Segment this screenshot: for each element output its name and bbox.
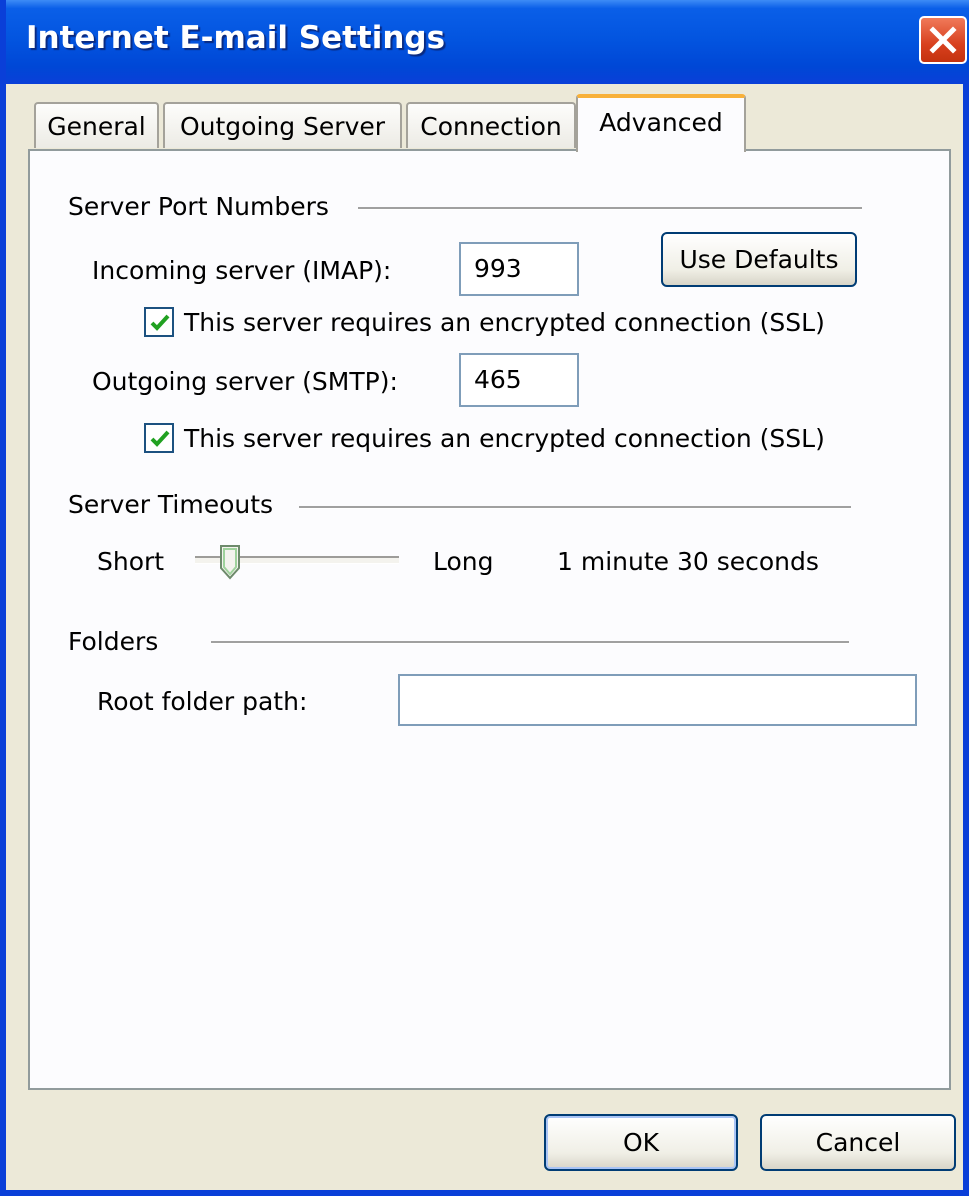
title-bar[interactable]: Internet E-mail Settings xyxy=(6,0,969,84)
tab-connection[interactable]: Connection xyxy=(406,102,576,148)
tab-general[interactable]: General xyxy=(34,102,159,148)
close-icon xyxy=(929,26,957,54)
tab-outgoing-server[interactable]: Outgoing Server xyxy=(163,102,402,148)
advanced-panel xyxy=(28,149,951,1090)
window-title: Internet E-mail Settings xyxy=(26,20,446,56)
close-button[interactable] xyxy=(919,16,967,64)
tab-advanced[interactable]: Advanced xyxy=(576,94,746,152)
